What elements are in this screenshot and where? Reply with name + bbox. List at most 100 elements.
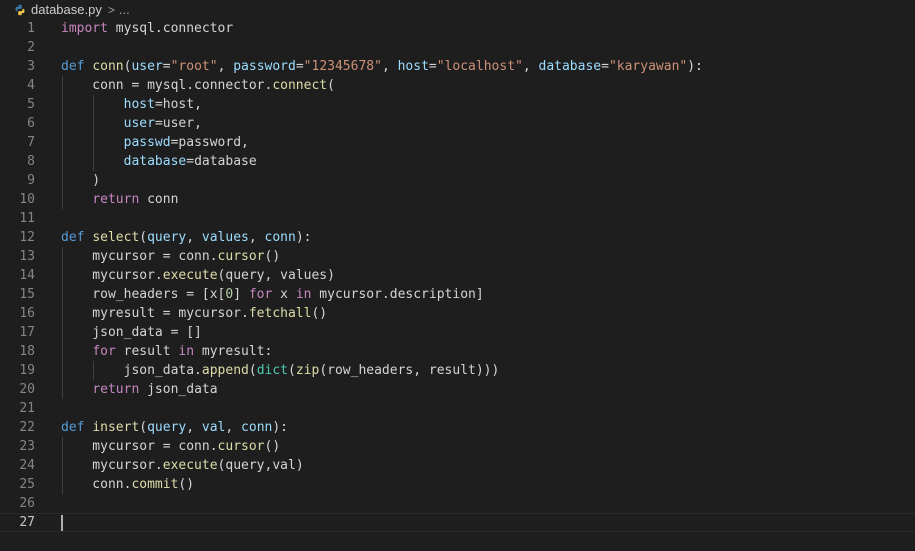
code-line[interactable]: 8 database=database bbox=[0, 152, 915, 171]
code-token: =database bbox=[186, 154, 257, 169]
code-token: = bbox=[162, 59, 171, 74]
code-token: ] bbox=[233, 287, 249, 302]
code-line[interactable]: 20 return json_data bbox=[0, 380, 915, 399]
code-line[interactable]: 5 host=host, bbox=[0, 95, 915, 114]
line-number: 2 bbox=[27, 40, 35, 55]
code-line[interactable]: 7 passwd=password, bbox=[0, 133, 915, 152]
code-token: conn. bbox=[61, 477, 132, 492]
code-line[interactable]: 25 conn.commit() bbox=[0, 475, 915, 494]
code-token: = bbox=[428, 59, 437, 74]
code-token: mycursor. bbox=[61, 268, 163, 283]
code-token: = bbox=[295, 59, 304, 74]
code-line[interactable]: 16 myresult = mycursor.fetchall() bbox=[0, 304, 915, 323]
code-token: host bbox=[123, 97, 155, 112]
code-token: values bbox=[201, 230, 249, 245]
code-token: ( bbox=[139, 230, 148, 245]
code-token: = bbox=[601, 59, 609, 74]
line-number: 15 bbox=[19, 287, 35, 302]
code-token: myresult = mycursor. bbox=[61, 306, 249, 321]
code-token: host bbox=[397, 59, 429, 74]
code-token: execute bbox=[162, 268, 218, 283]
code-token: def bbox=[61, 230, 85, 245]
line-number: 25 bbox=[19, 477, 35, 492]
code-token: , bbox=[217, 59, 234, 74]
code-token: mycursor.description] bbox=[311, 287, 484, 302]
code-token: x bbox=[272, 287, 296, 302]
code-text: user=user, bbox=[61, 114, 202, 133]
code-token: "12345678" bbox=[303, 59, 382, 74]
code-line[interactable]: 18 for result in myresult: bbox=[0, 342, 915, 361]
code-token: "root" bbox=[170, 59, 218, 74]
code-line[interactable]: 10 return conn bbox=[0, 190, 915, 209]
code-token: dict bbox=[256, 363, 288, 378]
code-token: "localhost" bbox=[436, 59, 523, 74]
code-editor[interactable]: 1 import mysql.connector 2 3 def conn(user="… bbox=[0, 19, 915, 532]
code-line[interactable]: 22 def insert(query, val, conn): bbox=[0, 418, 915, 437]
code-token: (row_headers, result))) bbox=[319, 363, 500, 378]
code-token: in bbox=[295, 287, 312, 302]
code-line[interactable]: 17 json_data = [] bbox=[0, 323, 915, 342]
code-token: cursor bbox=[217, 249, 265, 264]
code-text: conn = mysql.connector.connect( bbox=[61, 76, 335, 95]
code-token: query bbox=[147, 420, 187, 435]
code-token: ( bbox=[327, 78, 335, 93]
line-number: 4 bbox=[27, 78, 35, 93]
code-token: , bbox=[225, 420, 242, 435]
code-line[interactable]: 23 mycursor = conn.cursor() bbox=[0, 437, 915, 456]
code-token: database bbox=[538, 59, 602, 74]
code-line[interactable]: 14 mycursor.execute(query, values) bbox=[0, 266, 915, 285]
code-line[interactable]: 3 def conn(user="root", password="1234567… bbox=[0, 57, 915, 76]
code-line[interactable]: 4 conn = mysql.connector.connect( bbox=[0, 76, 915, 95]
code-token: return bbox=[92, 382, 140, 397]
code-token: () bbox=[264, 439, 281, 454]
code-line[interactable]: 15 row_headers = [x[0] for x in mycursor… bbox=[0, 285, 915, 304]
code-line[interactable]: 26 bbox=[0, 494, 915, 513]
line-number: 20 bbox=[19, 382, 35, 397]
code-line[interactable]: 21 bbox=[0, 399, 915, 418]
breadcrumb-file[interactable]: database.py bbox=[31, 2, 102, 17]
code-line[interactable]: 19 json_data.append(dict(zip(row_headers… bbox=[0, 361, 915, 380]
code-token: append bbox=[201, 363, 249, 378]
code-token: ): bbox=[272, 420, 289, 435]
code-line[interactable]: 24 mycursor.execute(query,val) bbox=[0, 456, 915, 475]
code-line[interactable]: 9 ) bbox=[0, 171, 915, 190]
breadcrumb-more[interactable]: ... bbox=[119, 2, 130, 17]
code-token: conn = mysql.connector. bbox=[61, 78, 273, 93]
code-line[interactable]: 12 def select(query, values, conn): bbox=[0, 228, 915, 247]
line-number: 11 bbox=[19, 211, 35, 226]
code-token: password bbox=[233, 59, 296, 74]
line-number: 24 bbox=[19, 458, 35, 473]
code-token: for bbox=[248, 287, 273, 302]
code-text: def insert(query, val, conn): bbox=[61, 418, 288, 437]
code-text: for result in myresult: bbox=[61, 342, 272, 361]
line-number: 13 bbox=[19, 249, 35, 264]
code-text: row_headers = [x[0] for x in mycursor.de… bbox=[61, 285, 484, 304]
code-line[interactable]: 13 mycursor = conn.cursor() bbox=[0, 247, 915, 266]
breadcrumb: database.py > ... bbox=[0, 0, 915, 19]
code-line[interactable]: 27 bbox=[0, 513, 915, 532]
line-number: 6 bbox=[27, 116, 35, 131]
line-number: 16 bbox=[19, 306, 35, 321]
code-token: conn bbox=[139, 192, 179, 207]
code-token: for bbox=[92, 344, 116, 359]
code-token: () bbox=[178, 477, 195, 492]
code-token: ) bbox=[61, 173, 101, 188]
line-number: 10 bbox=[19, 192, 35, 207]
code-line[interactable]: 6 user=user, bbox=[0, 114, 915, 133]
code-text: def select(query, values, conn): bbox=[61, 228, 312, 247]
code-text: mycursor.execute(query,val) bbox=[61, 456, 303, 475]
code-text: mycursor.execute(query, values) bbox=[61, 266, 335, 285]
code-token: mycursor = conn. bbox=[61, 439, 218, 454]
code-token: ( bbox=[288, 363, 296, 378]
code-token: , bbox=[186, 230, 202, 245]
code-line[interactable]: 2 bbox=[0, 38, 915, 57]
code-token: mycursor. bbox=[61, 458, 163, 473]
code-line[interactable]: 1 import mysql.connector bbox=[0, 19, 915, 38]
code-token: def bbox=[61, 59, 85, 74]
code-line[interactable]: 11 bbox=[0, 209, 915, 228]
line-number: 22 bbox=[19, 420, 35, 435]
